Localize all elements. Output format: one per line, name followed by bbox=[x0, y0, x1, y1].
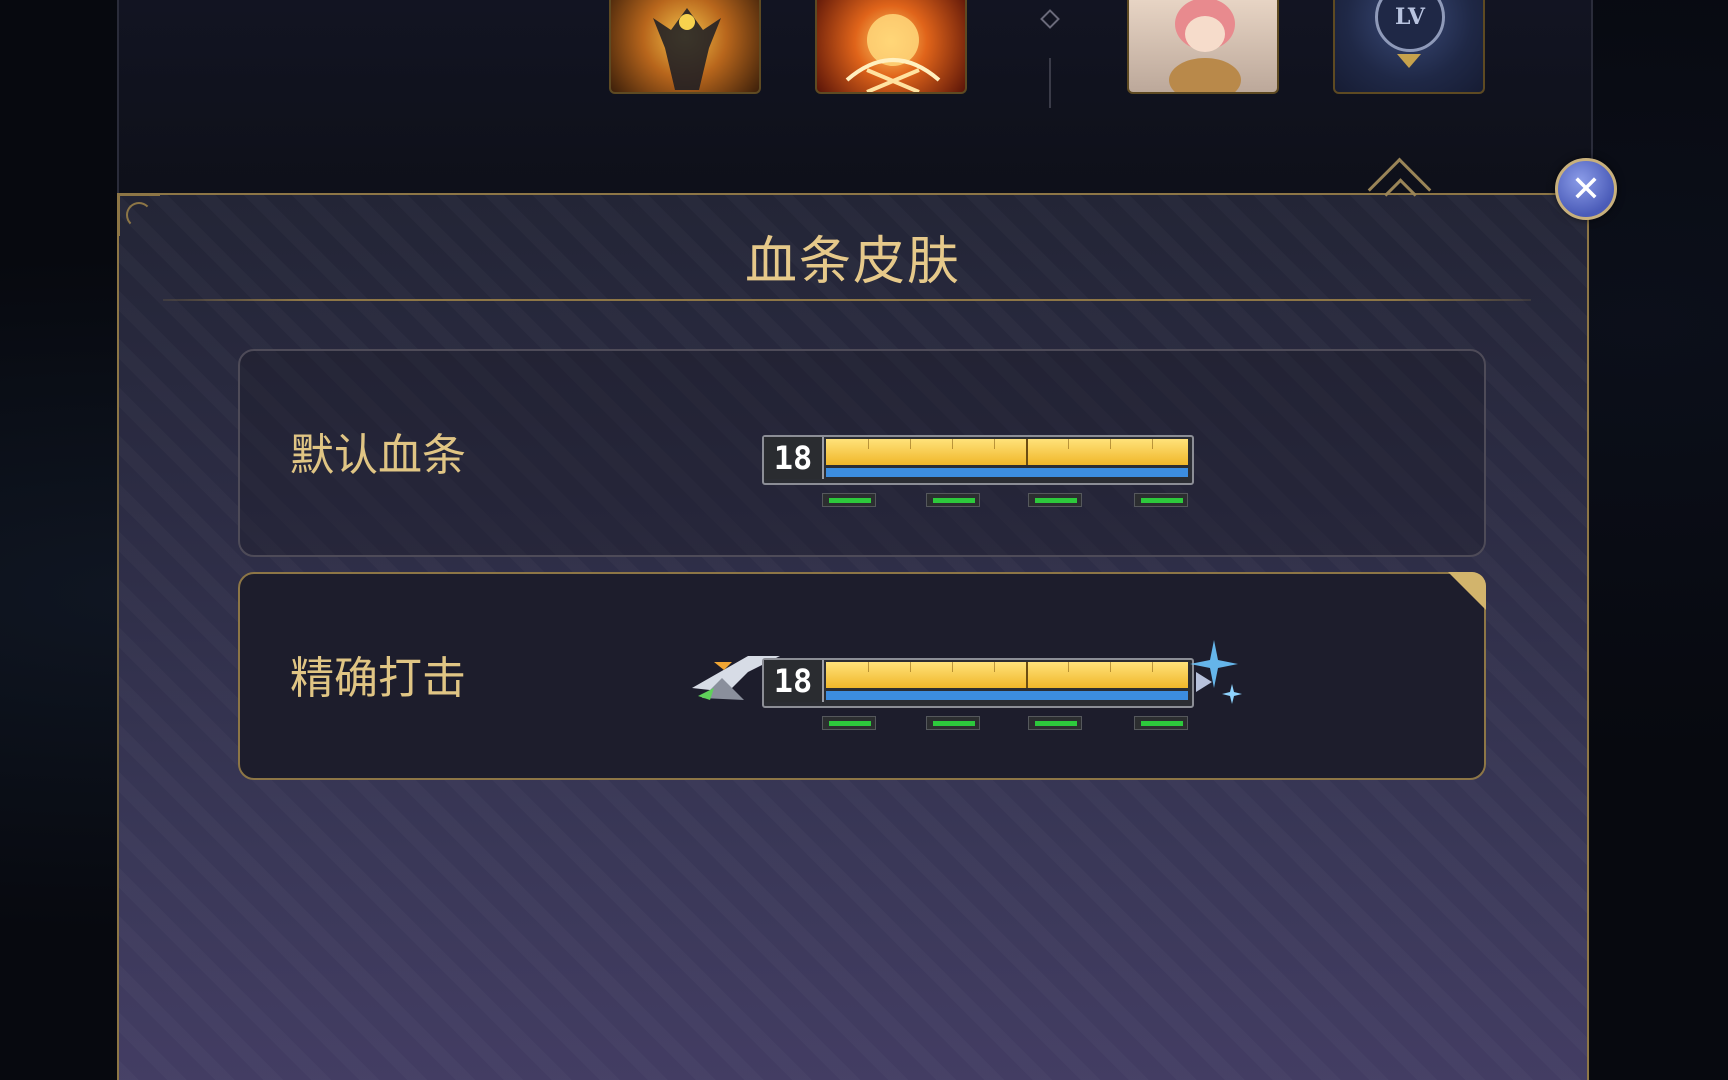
skin-option-label: 默认血条 bbox=[290, 430, 466, 481]
ability-pip bbox=[1134, 716, 1188, 730]
avatar-tile-1[interactable] bbox=[609, 0, 761, 94]
level-badge-icon: LV bbox=[1375, 0, 1445, 52]
avatar-tile-4[interactable]: LV bbox=[1333, 0, 1485, 94]
ability-pips bbox=[822, 493, 1194, 507]
avatar-tile-3[interactable] bbox=[1127, 0, 1279, 94]
mana-fill bbox=[826, 691, 1188, 700]
hp-fill bbox=[826, 662, 1188, 688]
close-button[interactable]: ✕ bbox=[1555, 158, 1617, 220]
ability-pip bbox=[926, 716, 980, 730]
avatar-divider bbox=[1040, 9, 1060, 108]
hp-fill bbox=[826, 439, 1188, 465]
healthbar-preview: 18 bbox=[762, 658, 1194, 730]
healthbar-skin-panel: 血条皮肤 默认血条 18 精确打击 18 bbox=[117, 193, 1589, 1080]
diamond-icon bbox=[1040, 9, 1060, 29]
skin-option-precision-strike[interactable]: 精确打击 18 bbox=[238, 572, 1486, 780]
ability-pip bbox=[1028, 493, 1082, 507]
ability-pips bbox=[822, 716, 1194, 730]
anime-girl-icon bbox=[1169, 0, 1241, 92]
avatar-tile-2[interactable] bbox=[815, 0, 967, 94]
panel-title: 血条皮肤 bbox=[744, 232, 961, 292]
sparkle-icon bbox=[1190, 640, 1242, 704]
fire-emblem-icon bbox=[845, 14, 941, 92]
selected-corner-marker bbox=[1448, 572, 1486, 610]
healthbar-preview: 18 bbox=[762, 435, 1194, 507]
selected-tab-arrow-icon bbox=[1369, 149, 1429, 209]
title-divider bbox=[163, 299, 1531, 301]
armored-hero-icon bbox=[653, 8, 721, 90]
mana-fill bbox=[826, 468, 1188, 477]
ability-pip bbox=[1134, 493, 1188, 507]
ability-pip bbox=[822, 493, 876, 507]
chevron-down-icon bbox=[1397, 54, 1421, 68]
skin-option-label: 精确打击 bbox=[290, 653, 466, 704]
skin-option-default[interactable]: 默认血条 18 bbox=[238, 349, 1486, 557]
ability-pip bbox=[822, 716, 876, 730]
level-number: 18 bbox=[764, 437, 824, 479]
close-icon: ✕ bbox=[1570, 168, 1602, 210]
ability-pip bbox=[1028, 716, 1082, 730]
ability-pip bbox=[926, 493, 980, 507]
level-number: 18 bbox=[764, 660, 824, 702]
